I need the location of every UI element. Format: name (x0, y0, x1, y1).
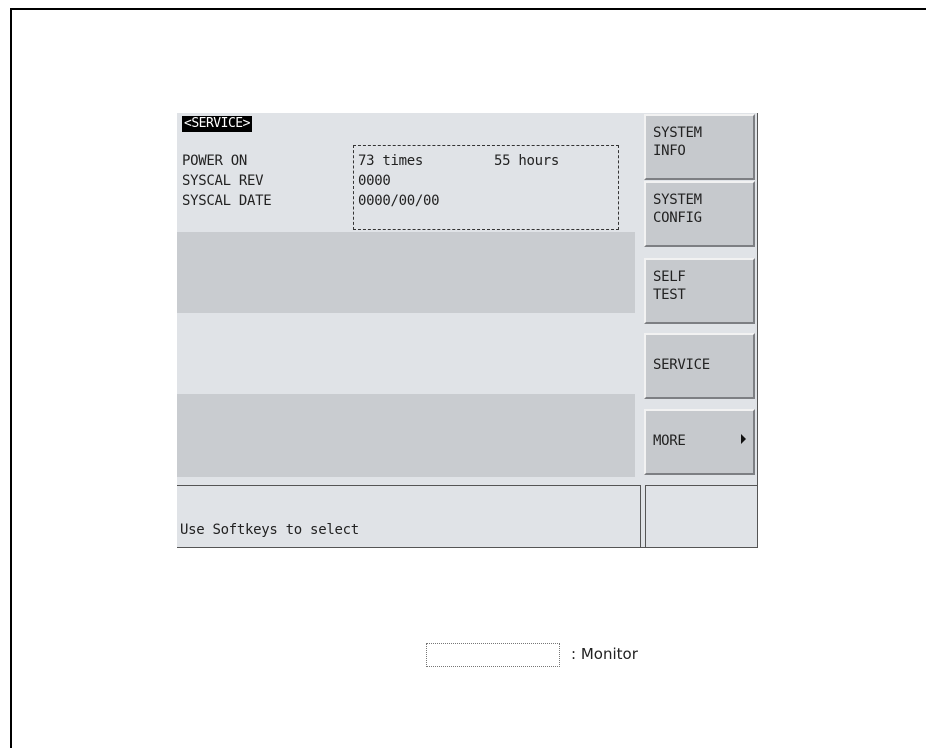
display-band-upper (177, 232, 635, 313)
status-message: Use Softkeys to select (180, 522, 359, 538)
softkey-system-info-line2: INFO (653, 143, 686, 159)
softkey-self-test-line1: SELF (653, 269, 686, 285)
status-bar: Use Softkeys to select (177, 485, 641, 548)
softkey-self-test[interactable]: SELF TEST (644, 258, 755, 324)
softkey-more[interactable]: MORE (644, 409, 755, 475)
softkey-service-line1: SERVICE (653, 357, 710, 373)
power-on-label: POWER ON (182, 153, 248, 169)
right-triangle-icon (741, 434, 746, 444)
softkey-system-config-line1: SYSTEM (653, 192, 702, 208)
display-band-lower (177, 394, 635, 477)
softkey-system-info[interactable]: SYSTEM INFO (644, 114, 755, 180)
legend-monitor-label: Monitor (580, 645, 638, 663)
softkey-service[interactable]: SERVICE (644, 333, 755, 399)
legend-monitor-text: : Monitor (571, 645, 638, 663)
menu-title-tag: <SERVICE> (182, 116, 252, 132)
legend-monitor-swatch (426, 643, 560, 667)
syscal-date-label: SYSCAL DATE (182, 193, 272, 209)
softkey-system-config[interactable]: SYSTEM CONFIG (644, 181, 755, 247)
softkey-self-test-line2: TEST (653, 287, 686, 303)
softkey-system-config-line2: CONFIG (653, 210, 702, 226)
softkey-system-info-line1: SYSTEM (653, 125, 702, 141)
syscal-rev-label: SYSCAL REV (182, 173, 264, 189)
softkey-more-line1: MORE (653, 433, 686, 449)
status-side-cell (645, 485, 758, 548)
instrument-screen: <SERVICE> POWER ON 73 times 55 hours SYS… (177, 113, 758, 548)
monitor-region-outline (353, 145, 619, 230)
legend-separator: : (571, 645, 577, 663)
